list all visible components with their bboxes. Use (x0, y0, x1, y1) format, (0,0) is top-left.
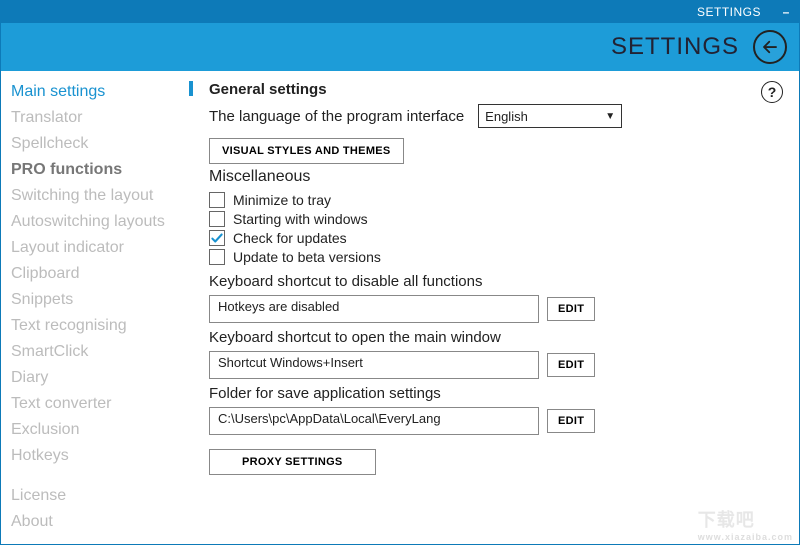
checkbox-row: Check for updates (209, 230, 785, 246)
sidebar-item-clipboard[interactable]: Clipboard (11, 263, 189, 285)
shortcut-disable-label: Keyboard shortcut to disable all functio… (209, 273, 785, 290)
sidebar-item-hotkeys[interactable]: Hotkeys (11, 445, 189, 467)
content-panel: ? General settings The language of the p… (193, 71, 799, 544)
back-button[interactable] (753, 30, 787, 64)
checkbox-starting-with-windows[interactable] (209, 211, 225, 227)
sidebar-item-pro-functions[interactable]: PRO functions (11, 159, 189, 181)
sidebar-nav: Main settings Translator Spellcheck PRO fun… (1, 71, 189, 544)
misc-checkboxes: Minimize to tray Starting with windows Che… (209, 192, 785, 265)
checkbox-label: Check for updates (233, 230, 347, 246)
chevron-down-icon: ▼ (605, 111, 615, 122)
language-select[interactable]: English ▼ (478, 104, 622, 128)
sidebar-item-snippets[interactable]: Snippets (11, 289, 189, 311)
checkbox-label: Starting with windows (233, 211, 368, 227)
page-title: SETTINGS (611, 33, 739, 61)
checkbox-row: Starting with windows (209, 211, 785, 227)
folder-field[interactable]: C:\Users\pc\AppData\Local\EveryLang (209, 407, 539, 435)
sidebar-item-layout-indicator[interactable]: Layout indicator (11, 237, 189, 259)
language-label: The language of the program interface (209, 108, 464, 125)
shortcut-open-edit-button[interactable]: Edit (547, 353, 595, 377)
sidebar-item-about[interactable]: About (11, 511, 189, 533)
sidebar-item-text-converter[interactable]: Text converter (11, 393, 189, 415)
arrow-left-icon (761, 38, 779, 56)
checkbox-row: Update to beta versions (209, 249, 785, 265)
sidebar-item-smartclick[interactable]: SmartClick (11, 341, 189, 363)
sidebar-item-switching-the-layout[interactable]: Switching the layout (11, 185, 189, 207)
sidebar-item-main-settings[interactable]: Main settings (11, 81, 189, 103)
sidebar-item-autoswitching-layouts[interactable]: Autoswitching layouts (11, 211, 189, 233)
shortcut-open-field[interactable]: Shortcut Windows+Insert (209, 351, 539, 379)
general-settings-heading: General settings (209, 81, 785, 98)
checkbox-row: Minimize to tray (209, 192, 785, 208)
minimize-button[interactable]: – (779, 5, 793, 19)
shortcut-open-label: Keyboard shortcut to open the main windo… (209, 329, 785, 346)
help-button[interactable]: ? (761, 81, 783, 103)
miscellaneous-heading: Miscellaneous (209, 168, 785, 186)
checkbox-label: Update to beta versions (233, 249, 381, 265)
sidebar-item-diary[interactable]: Diary (11, 367, 189, 389)
sidebar-item-text-recognising[interactable]: Text recognising (11, 315, 189, 337)
sidebar-item-spellcheck[interactable]: Spellcheck (11, 133, 189, 155)
folder-edit-button[interactable]: Edit (547, 409, 595, 433)
window-title: SETTINGS (697, 5, 761, 19)
shortcut-disable-edit-button[interactable]: Edit (547, 297, 595, 321)
window-titlebar: SETTINGS – (1, 1, 799, 23)
shortcut-disable-field[interactable]: Hotkeys are disabled (209, 295, 539, 323)
checkbox-label: Minimize to tray (233, 192, 331, 208)
visual-styles-button[interactable]: Visual styles and themes (209, 138, 404, 164)
checkbox-minimize-to-tray[interactable] (209, 192, 225, 208)
sidebar-item-exclusion[interactable]: Exclusion (11, 419, 189, 441)
checkbox-update-to-beta-versions[interactable] (209, 249, 225, 265)
folder-label: Folder for save application settings (209, 385, 785, 402)
check-icon (210, 231, 224, 245)
page-header: SETTINGS (1, 23, 799, 71)
sidebar-item-translator[interactable]: Translator (11, 107, 189, 129)
checkbox-check-for-updates[interactable] (209, 230, 225, 246)
sidebar-item-license[interactable]: License (11, 485, 189, 507)
proxy-settings-button[interactable]: Proxy settings (209, 449, 376, 475)
language-select-value: English (485, 109, 528, 124)
